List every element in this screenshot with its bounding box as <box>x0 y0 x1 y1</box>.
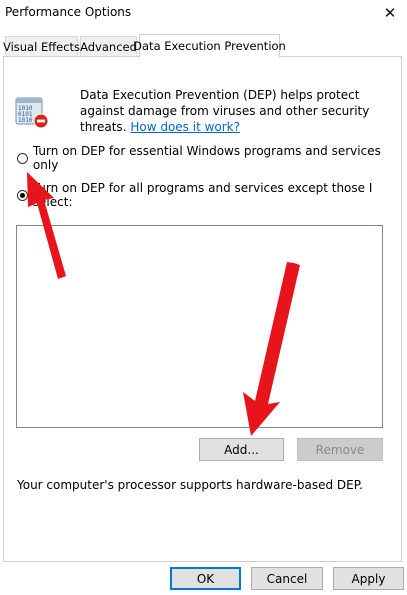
radio-essential-only[interactable] <box>17 152 28 164</box>
exceptions-listbox[interactable] <box>16 225 383 428</box>
tab-label: Visual Effects <box>2 39 81 54</box>
tab-label: Advanced <box>80 39 137 54</box>
apply-button-label: Apply <box>351 571 386 586</box>
title-bar: Performance Options ✕ <box>0 0 407 28</box>
cancel-button[interactable]: Cancel <box>251 567 323 590</box>
close-icon: ✕ <box>383 4 397 22</box>
shield-binary-icon: 1010 0101 1010 <box>15 97 49 129</box>
ok-button[interactable]: OK <box>170 567 241 590</box>
ok-button-label: OK <box>196 571 215 586</box>
dep-description: Data Execution Prevention (DEP) helps pr… <box>80 87 380 135</box>
close-button[interactable]: ✕ <box>373 0 407 26</box>
apply-button[interactable]: Apply <box>333 567 404 590</box>
radio-all-except-selected[interactable] <box>17 189 28 201</box>
tab-label: Data Execution Prevention <box>133 39 286 53</box>
option-all-except-selected[interactable]: Turn on DEP for all programs and service… <box>17 181 407 209</box>
svg-text:1010: 1010 <box>18 117 33 124</box>
tab-data-execution-prevention[interactable]: Data Execution Prevention <box>133 34 286 58</box>
cancel-button-label: Cancel <box>266 571 308 586</box>
option-label: Turn on DEP for essential Windows progra… <box>32 144 381 172</box>
tab-visual-effects[interactable]: Visual Effects <box>2 36 81 56</box>
option-label: Turn on DEP for all programs and service… <box>32 181 373 209</box>
add-button[interactable]: Add... <box>199 438 284 461</box>
remove-button[interactable]: Remove <box>297 438 383 461</box>
processor-support-text: Your computer's processor supports hardw… <box>17 478 363 492</box>
option-essential-only[interactable]: Turn on DEP for essential Windows progra… <box>17 144 407 172</box>
how-does-it-work-link[interactable]: How does it work? <box>130 120 240 134</box>
tab-advanced[interactable]: Advanced <box>80 36 137 56</box>
window-title: Performance Options <box>5 5 132 19</box>
remove-button-label: Remove <box>315 442 365 457</box>
add-button-label: Add... <box>224 442 259 457</box>
